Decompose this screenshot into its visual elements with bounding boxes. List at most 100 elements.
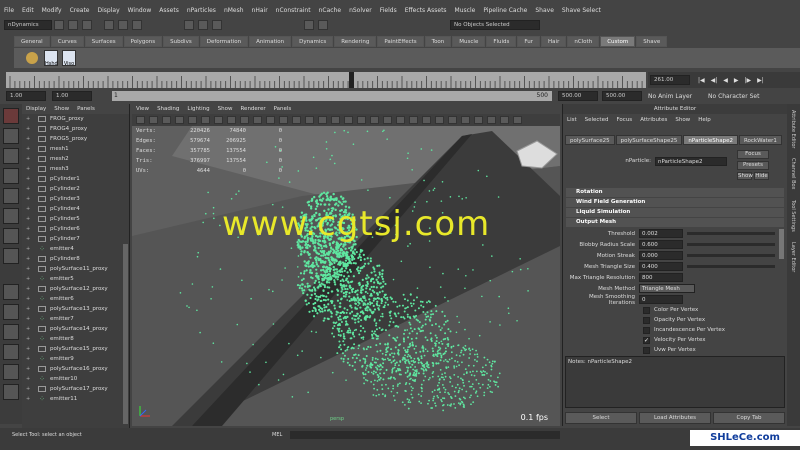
persp-outliner-layout-icon[interactable] xyxy=(3,344,19,360)
notes-area[interactable]: Notes: nParticleShape2 xyxy=(565,356,785,408)
tab-layer-editor[interactable]: Layer Editor xyxy=(790,242,796,272)
viewport-tool-icon[interactable] xyxy=(162,116,171,124)
outliner-item[interactable]: + polySurface17_proxy xyxy=(22,384,129,394)
expand-icon[interactable]: + xyxy=(26,236,32,242)
expand-icon[interactable]: + xyxy=(26,336,32,342)
attr-menu-item[interactable]: Show xyxy=(675,117,690,123)
attr-tab[interactable]: polySurface25 xyxy=(565,135,615,145)
menu-item[interactable]: nParticles xyxy=(187,7,216,14)
scale-tool-icon[interactable] xyxy=(3,208,19,224)
shelf-tab[interactable]: Curves xyxy=(50,36,84,47)
viewport-tool-icon[interactable] xyxy=(448,116,457,124)
viewport-tool-icon[interactable] xyxy=(474,116,483,124)
viewport-tool-icon[interactable] xyxy=(136,116,145,124)
outliner-menu-panels[interactable]: Panels xyxy=(77,106,95,112)
expand-icon[interactable]: + xyxy=(26,346,32,352)
outliner-item[interactable]: + polySurface11_proxy xyxy=(22,264,129,274)
new-scene-icon[interactable] xyxy=(54,20,64,30)
paint-select-icon[interactable] xyxy=(3,148,19,164)
viewport-tool-icon[interactable] xyxy=(214,116,223,124)
checkbox[interactable] xyxy=(643,346,650,354)
outliner-item[interactable]: + ⁘ emitter9 xyxy=(22,354,129,364)
viewport-tool-icon[interactable] xyxy=(201,116,210,124)
attr-field-value[interactable]: 0.002 xyxy=(639,229,683,238)
menu-item[interactable]: nHair xyxy=(252,7,268,14)
viewport-tool-icon[interactable] xyxy=(370,116,379,124)
single-view-layout-icon[interactable] xyxy=(3,284,19,300)
shelf-sphere-icon[interactable] xyxy=(26,52,38,64)
outliner-item[interactable]: + pCylinder6 xyxy=(22,224,129,234)
show-button[interactable]: Show xyxy=(737,172,753,180)
expand-icon[interactable]: + xyxy=(26,176,32,182)
outliner-item[interactable]: + ⁘ emitter10 xyxy=(22,374,129,384)
graph-editor-layout-icon[interactable] xyxy=(3,364,19,380)
viewport-tool-icon[interactable] xyxy=(396,116,405,124)
hshd-button[interactable]: Hshd xyxy=(44,50,58,67)
expand-icon[interactable]: + xyxy=(26,306,32,312)
menu-item[interactable]: Shave xyxy=(535,7,554,14)
outliner-item[interactable]: + pCylinder4 xyxy=(22,204,129,214)
attr-slider[interactable] xyxy=(687,232,775,235)
viewport-tool-icon[interactable] xyxy=(331,116,340,124)
menu-item[interactable]: Shave Select xyxy=(562,7,601,14)
node-name-field[interactable]: nParticleShape2 xyxy=(655,156,727,166)
attr-menu-item[interactable]: Attributes xyxy=(640,117,667,123)
outliner-item[interactable]: + pCylinder7 xyxy=(22,234,129,244)
snap-grid-icon[interactable] xyxy=(184,20,194,30)
outliner-item[interactable]: + polySurface12_proxy xyxy=(22,284,129,294)
expand-icon[interactable]: + xyxy=(26,156,32,162)
menu-item[interactable]: File xyxy=(4,7,14,14)
expand-icon[interactable]: + xyxy=(26,296,32,302)
attr-section-header[interactable]: Wind Field Generation xyxy=(566,198,784,207)
viewport-tool-icon[interactable] xyxy=(188,116,197,124)
menu-item[interactable]: Fields xyxy=(380,7,397,14)
attr-menu-item[interactable]: Selected xyxy=(585,117,609,123)
expand-icon[interactable]: + xyxy=(26,196,32,202)
outliner-menu-display[interactable]: Display xyxy=(26,106,46,112)
menu-item[interactable]: Effects Assets xyxy=(405,7,447,14)
time-slider[interactable] xyxy=(6,72,648,88)
viewport-tool-icon[interactable] xyxy=(149,116,158,124)
viewport-tool-icon[interactable] xyxy=(409,116,418,124)
attr-field-value[interactable]: 0.400 xyxy=(639,262,683,271)
attr-section-header[interactable]: Rotation xyxy=(566,188,784,197)
character-set-label[interactable]: No Character Set xyxy=(708,93,759,100)
expand-icon[interactable]: + xyxy=(26,366,32,372)
expand-icon[interactable]: + xyxy=(26,386,32,392)
go-start-icon[interactable]: |◀ xyxy=(698,77,705,84)
expand-icon[interactable]: + xyxy=(26,226,32,232)
start-time-field[interactable]: 1.00 xyxy=(6,91,46,101)
viewport-menu-item[interactable]: Show xyxy=(218,106,233,112)
outliner-item[interactable]: + polySurface16_proxy xyxy=(22,364,129,374)
attr-slider[interactable] xyxy=(687,243,775,246)
attr-slider[interactable] xyxy=(687,254,775,257)
shelf-tab[interactable]: Animation xyxy=(249,36,292,47)
attr-tab[interactable]: polySurfaceShape25 xyxy=(615,135,683,145)
viewport-tool-icon[interactable] xyxy=(292,116,301,124)
checkbox[interactable]: ✓ xyxy=(643,336,650,344)
attr-checkbox-row[interactable]: Opacity Per Vertex xyxy=(563,315,787,325)
menu-item[interactable]: nMesh xyxy=(224,7,244,14)
manipulator-icon[interactable] xyxy=(3,228,19,244)
shelf-tab[interactable]: Fur xyxy=(517,36,541,47)
select-hierarchy-icon[interactable] xyxy=(104,20,114,30)
copy-tab-button[interactable]: Copy Tab xyxy=(713,412,785,424)
expand-icon[interactable]: + xyxy=(26,246,32,252)
menu-item[interactable]: Muscle xyxy=(455,7,476,14)
outliner-item[interactable]: + ⁘ emitter4 xyxy=(22,244,129,254)
viewport-persp[interactable]: View Shading Lighting Show Renderer Panels Ve… xyxy=(132,104,560,426)
viso-button[interactable]: Viso xyxy=(62,50,76,67)
outliner-item[interactable]: + FROG5_proxy xyxy=(22,134,129,144)
shelf-tab[interactable]: Dynamics xyxy=(292,36,334,47)
expand-icon[interactable]: + xyxy=(26,356,32,362)
expand-icon[interactable]: + xyxy=(26,186,32,192)
viewport-tool-icon[interactable] xyxy=(344,116,353,124)
anim-layer-label[interactable]: No Anim Layer xyxy=(648,93,704,100)
viewport-tool-icon[interactable] xyxy=(461,116,470,124)
expand-icon[interactable]: + xyxy=(26,316,32,322)
select-tool-icon[interactable] xyxy=(3,108,19,124)
hypershade-layout-icon[interactable] xyxy=(3,384,19,400)
lasso-tool-icon[interactable] xyxy=(3,128,19,144)
shelf-tab[interactable]: Toon xyxy=(424,36,452,47)
shelf-tab[interactable]: Deformation xyxy=(199,36,249,47)
